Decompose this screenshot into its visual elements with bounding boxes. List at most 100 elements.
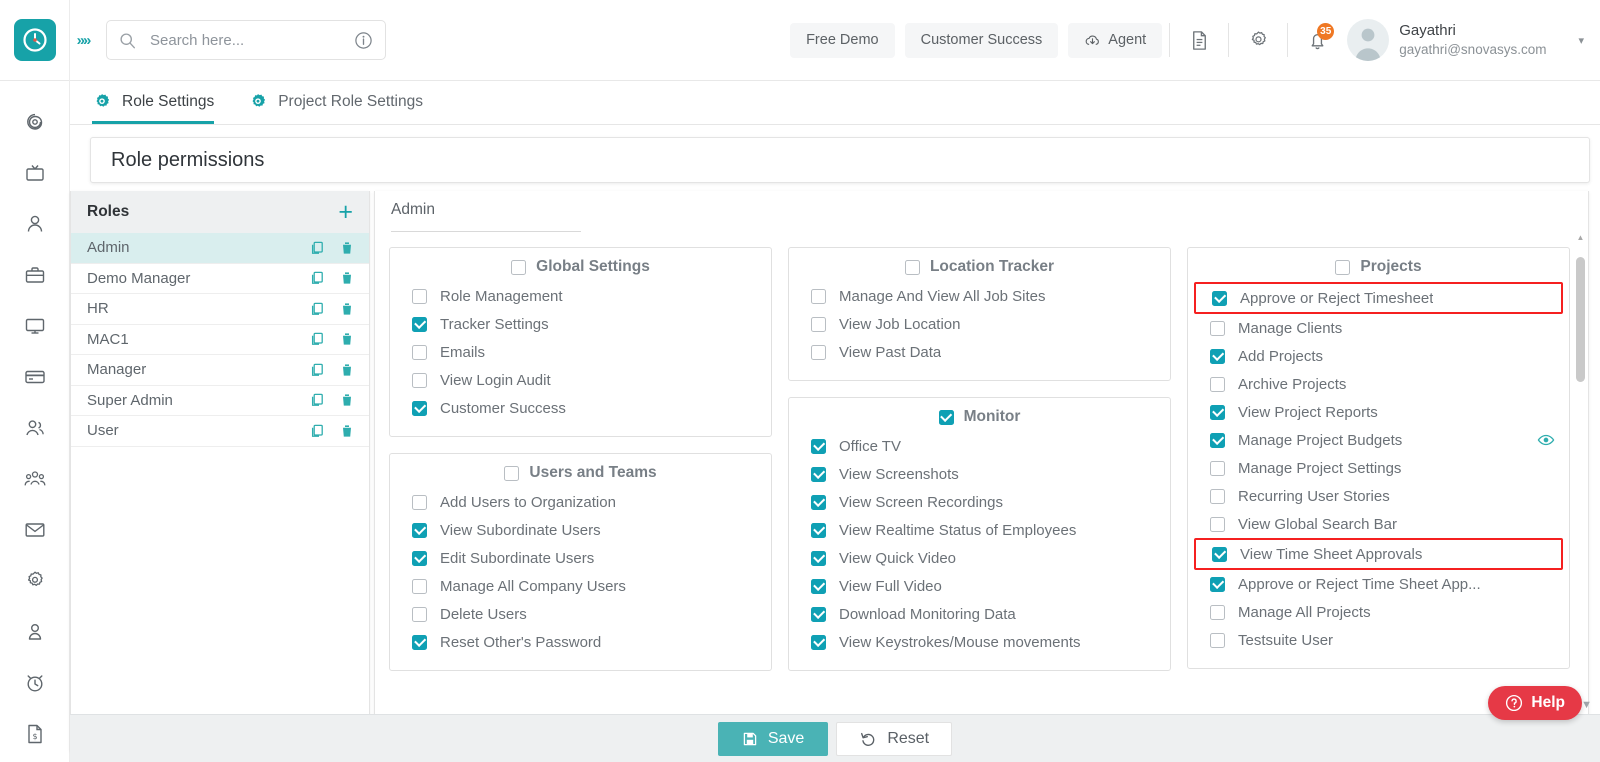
sidebar-item-invoices[interactable]: $ — [0, 709, 70, 759]
scrollbar-thumb[interactable] — [1576, 257, 1585, 382]
copy-icon[interactable] — [309, 270, 325, 286]
permission-checkbox[interactable] — [811, 466, 826, 482]
sidebar-item-monitor[interactable] — [0, 301, 70, 351]
permission-checkbox[interactable] — [1210, 632, 1225, 648]
info-circle-icon[interactable] — [354, 31, 373, 50]
permission-checkbox[interactable] — [1210, 516, 1225, 532]
permission-item[interactable]: View Subordinate Users — [390, 516, 771, 544]
permission-checkbox[interactable] — [811, 522, 826, 538]
permission-item[interactable]: Manage Project Settings — [1188, 454, 1569, 482]
permission-checkbox[interactable] — [811, 578, 826, 594]
permission-item[interactable]: Office TV — [789, 432, 1170, 460]
permission-checkbox[interactable] — [412, 372, 427, 388]
permission-item[interactable]: View Past Data — [789, 338, 1170, 366]
permission-checkbox[interactable] — [412, 550, 427, 566]
copy-icon[interactable] — [309, 301, 325, 317]
save-button[interactable]: Save — [717, 721, 829, 756]
permission-checkbox[interactable] — [811, 550, 826, 566]
permission-item[interactable]: Approve or Reject Time Sheet App... — [1188, 570, 1569, 598]
profile-menu[interactable]: Gayathri gayathri@snovasys.com ▾ — [1347, 19, 1600, 61]
permission-item[interactable]: View Job Location — [789, 310, 1170, 338]
permission-checkbox[interactable] — [1212, 290, 1227, 306]
customer-success-button[interactable]: Customer Success — [904, 22, 1059, 58]
permission-item[interactable]: View Keystrokes/Mouse movements — [789, 628, 1170, 656]
sidebar-item-mail[interactable] — [0, 505, 70, 555]
app-logo[interactable] — [13, 19, 56, 61]
permission-checkbox[interactable] — [412, 494, 427, 510]
permission-item[interactable]: Role Management — [390, 282, 771, 310]
permission-checkbox[interactable] — [1210, 460, 1225, 476]
permission-item[interactable]: View Full Video — [789, 572, 1170, 600]
sidebar-item-projects[interactable] — [0, 250, 70, 300]
reset-button[interactable]: Reset — [836, 721, 953, 756]
permission-checkbox[interactable] — [1210, 404, 1225, 420]
tab-project-role-settings[interactable]: Project Role Settings — [248, 92, 423, 124]
permission-item[interactable]: Manage All Projects — [1188, 598, 1569, 626]
permission-item[interactable]: Emails — [390, 338, 771, 366]
search-box[interactable] — [106, 20, 386, 60]
table-row[interactable]: User — [71, 416, 369, 447]
permission-item[interactable]: Delete Users — [390, 600, 771, 628]
permission-item[interactable]: View Realtime Status of Employees — [789, 516, 1170, 544]
trash-icon[interactable] — [339, 301, 355, 317]
permission-checkbox[interactable] — [412, 344, 427, 360]
copy-icon[interactable] — [309, 240, 325, 256]
permission-item[interactable]: Approve or Reject Timesheet — [1194, 282, 1563, 314]
permission-checkbox[interactable] — [412, 288, 427, 304]
permission-item[interactable]: View Project Reports — [1188, 398, 1569, 426]
permission-checkbox[interactable] — [1210, 488, 1225, 504]
permission-item[interactable]: Reset Other's Password — [390, 628, 771, 656]
permission-checkbox[interactable] — [811, 634, 826, 650]
scroll-up-arrow-icon[interactable]: ▲ — [1576, 233, 1585, 242]
trash-icon[interactable] — [339, 331, 355, 347]
gear-icon[interactable] — [1236, 18, 1280, 62]
permission-checkbox[interactable] — [1210, 576, 1225, 592]
permission-checkbox[interactable] — [811, 494, 826, 510]
tab-role-settings[interactable]: Role Settings — [92, 92, 215, 124]
group-checkbox[interactable] — [504, 465, 520, 481]
trash-icon[interactable] — [339, 270, 355, 286]
sidebar-item-teams[interactable] — [0, 454, 70, 504]
permission-item[interactable]: Recurring User Stories — [1188, 482, 1569, 510]
expand-sidebar-icon[interactable]: »» — [68, 32, 98, 49]
permission-checkbox[interactable] — [1210, 432, 1225, 448]
search-input[interactable] — [136, 31, 354, 49]
bell-icon[interactable]: 35 — [1295, 18, 1339, 62]
table-row[interactable]: Demo Manager — [71, 264, 369, 294]
permission-checkbox[interactable] — [1212, 546, 1227, 562]
table-row[interactable]: Admin — [71, 233, 369, 264]
table-row[interactable]: Manager — [71, 355, 369, 386]
group-checkbox[interactable] — [1335, 259, 1351, 275]
permission-checkbox[interactable] — [1210, 320, 1225, 336]
permissions-scrollbar[interactable]: ▲ — [1576, 233, 1585, 743]
permission-item[interactable]: View Global Search Bar — [1188, 510, 1569, 538]
group-checkbox[interactable] — [904, 259, 920, 275]
chevron-down-icon[interactable]: ▾ — [1578, 34, 1584, 47]
table-row[interactable]: Super Admin — [71, 386, 369, 416]
table-row[interactable]: MAC1 — [71, 325, 369, 355]
permission-item[interactable]: Add Projects — [1188, 342, 1569, 370]
permission-item[interactable]: View Screenshots — [789, 460, 1170, 488]
copy-icon[interactable] — [309, 331, 325, 347]
permission-checkbox[interactable] — [811, 606, 826, 622]
trash-icon[interactable] — [339, 392, 355, 408]
permission-item[interactable]: View Quick Video — [789, 544, 1170, 572]
permission-checkbox[interactable] — [811, 288, 826, 304]
permission-item[interactable]: Archive Projects — [1188, 370, 1569, 398]
copy-icon[interactable] — [309, 423, 325, 439]
permission-checkbox[interactable] — [1210, 376, 1225, 392]
add-role-button[interactable]: + — [338, 199, 353, 225]
permission-checkbox[interactable] — [412, 606, 427, 622]
sidebar-item-office-tv[interactable] — [0, 148, 70, 198]
trash-icon[interactable] — [339, 362, 355, 378]
table-row[interactable]: HR — [71, 294, 369, 325]
permission-item[interactable]: Manage Clients — [1188, 314, 1569, 342]
permission-checkbox[interactable] — [412, 400, 427, 416]
copy-icon[interactable] — [309, 392, 325, 408]
permission-checkbox[interactable] — [1210, 604, 1225, 620]
permission-checkbox[interactable] — [412, 316, 427, 332]
permission-item[interactable]: Customer Success — [390, 394, 771, 422]
agent-button[interactable]: Agent — [1068, 22, 1163, 58]
help-button[interactable]: Help — [1488, 686, 1582, 720]
permission-item[interactable]: Manage And View All Job Sites — [789, 282, 1170, 310]
